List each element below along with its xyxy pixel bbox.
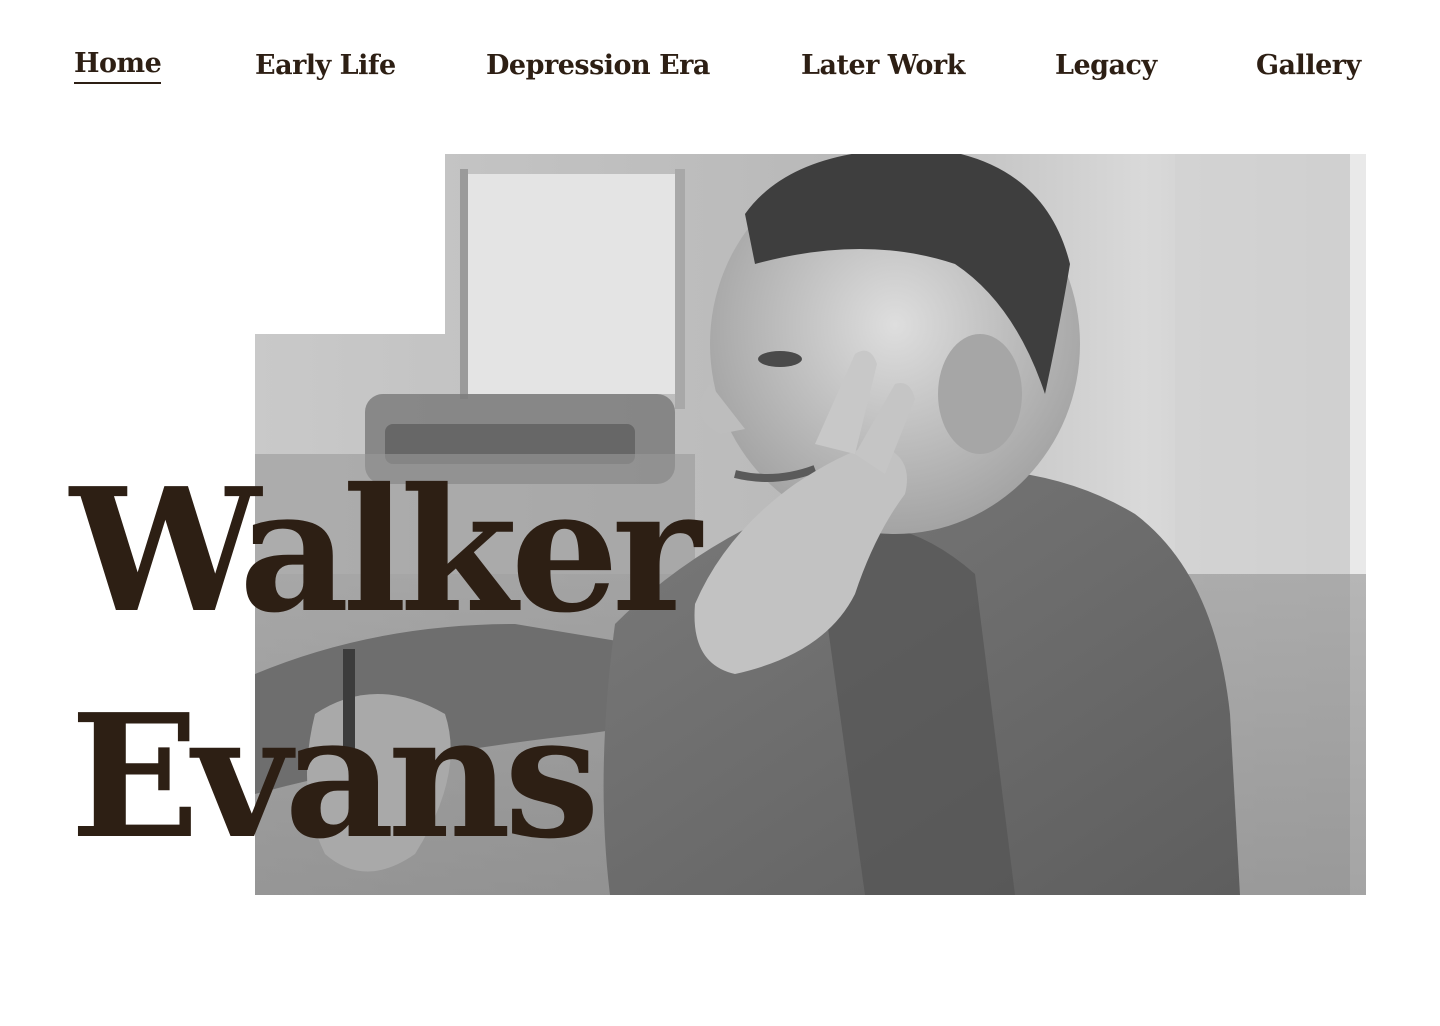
nav-link-later-work[interactable]: Later Work	[801, 46, 965, 86]
nav-link-depression-era[interactable]: Depression Era	[486, 46, 710, 86]
hero-title-line2: Evans	[70, 677, 600, 877]
hero-title-line1: Walker	[70, 451, 701, 651]
nav-link-legacy[interactable]: Legacy	[1055, 46, 1157, 86]
nav-link-early-life[interactable]: Early Life	[255, 46, 396, 86]
nav-link-gallery[interactable]: Gallery	[1256, 46, 1361, 86]
main-nav: Home Early Life Depression Era Later Wor…	[0, 38, 1440, 98]
nav-link-home[interactable]: Home	[74, 46, 162, 84]
hero-title: Walker Evans	[70, 438, 701, 890]
